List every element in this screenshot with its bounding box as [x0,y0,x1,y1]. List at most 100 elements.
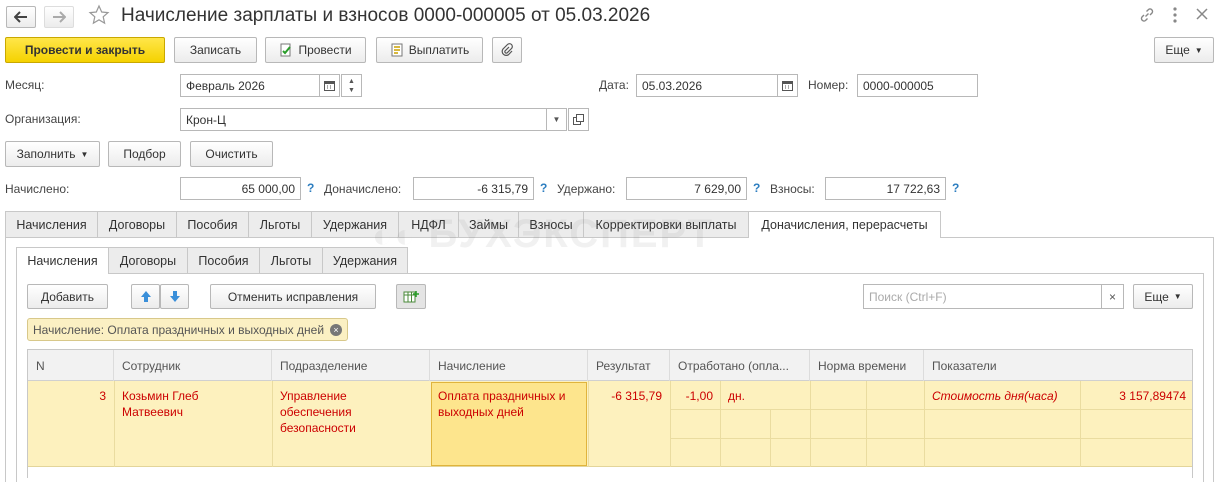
accrued-field: 65 000,00 [180,177,301,200]
contributions-field: 17 722,63 [825,177,946,200]
col-accrual[interactable]: Начисление [430,350,588,381]
organization-open-button[interactable] [568,108,589,131]
forward-button[interactable] [44,6,74,28]
step-down-icon[interactable]: ▼ [348,86,355,95]
contributions-help-icon[interactable]: ? [952,181,959,195]
subtab-privileges[interactable]: Льготы [259,247,323,273]
organization-field[interactable]: Крон-Ц [180,108,547,131]
arrow-right-icon [53,11,66,23]
pick-label: Подбор [123,147,166,161]
clear-label: Очистить [205,147,258,161]
tab-benefits[interactable]: Пособия [176,211,249,237]
table-add-icon [403,290,419,302]
pay-label: Выплатить [408,43,470,57]
more-vertical-icon[interactable] [1172,6,1180,24]
date-label: Дата: [599,78,629,92]
subtab-deductions[interactable]: Удержания [322,247,408,273]
tab-contributions[interactable]: Взносы [518,211,584,237]
step-up-icon[interactable]: ▲ [348,77,355,86]
col-employee[interactable]: Сотрудник [114,350,272,381]
tab-contracts[interactable]: Договоры [97,211,177,237]
cancel-corrections-button[interactable]: Отменить исправления [210,284,376,309]
col-indicators[interactable]: Показатели [924,350,1192,381]
accrued-help-icon[interactable]: ? [307,181,314,195]
filter-chip[interactable]: Начисление: Оплата праздничных и выходны… [27,318,349,341]
tab-ndfl[interactable]: НДФЛ [398,211,459,237]
filter-remove-icon[interactable]: × [330,323,343,336]
open-window-icon [573,114,584,125]
number-label: Номер: [808,78,849,92]
col-department[interactable]: Подразделение [272,350,430,381]
col-n[interactable]: N [28,350,114,381]
col-result[interactable]: Результат [588,350,670,381]
calendar-icon [324,81,335,91]
pick-button[interactable]: Подбор [108,141,181,167]
clear-button[interactable]: Очистить [190,141,273,167]
cell-employee[interactable]: Козьмин Глеб Матвеевич [122,388,232,420]
date-field[interactable]: 05.03.2026 [636,74,778,97]
month-field[interactable]: Февраль 2026 [180,74,320,97]
month-calendar-button[interactable] [319,74,340,97]
attach-button[interactable] [492,37,522,63]
move-up-button[interactable] [131,284,160,309]
arrow-down-icon [169,291,180,302]
date-calendar-button[interactable] [777,74,798,97]
window-title: Начисление зарплаты и взносов 0000-00000… [121,5,651,26]
fill-button[interactable]: Заполнить ▼ [5,141,100,167]
col-worked[interactable]: Отработано (опла... [670,350,810,381]
move-down-button[interactable] [160,284,189,309]
withheld-help-icon[interactable]: ? [753,181,760,195]
tab-deductions[interactable]: Удержания [311,211,399,237]
col-time-norm[interactable]: Норма времени [810,350,924,381]
cell-accrual: Оплата праздничных и выходных дней [438,389,566,419]
fill-label: Заполнить [16,147,76,161]
dropdown-arrow-icon: ▼ [1194,45,1203,55]
cell-indicator-name: Стоимость дня(часа) [932,389,1058,403]
dropdown-arrow-icon: ▼ [1173,292,1182,301]
close-icon[interactable] [1196,8,1208,23]
paperclip-icon [501,43,513,56]
table-row[interactable]: 3 Козьмин Глеб Матвеевич Управление обес… [28,381,1192,467]
cell-department[interactable]: Управление обеспечения безопасности [280,388,380,436]
tab-loans[interactable]: Займы [458,211,519,237]
tab-privileges[interactable]: Льготы [248,211,312,237]
extra-accrued-field: -6 315,79 [413,177,534,200]
more-label: Еще [1165,43,1190,57]
subtab-benefits[interactable]: Пособия [187,247,260,273]
subtab-contracts[interactable]: Договоры [108,247,188,273]
arrow-left-icon [14,11,27,23]
month-stepper[interactable]: ▲ ▼ [341,74,362,97]
tab-payment-corrections[interactable]: Корректировки выплаты [583,211,749,237]
subtab-accruals[interactable]: Начисления [16,247,109,274]
sub-more-button[interactable]: Еще ▼ [1133,284,1193,309]
pay-button[interactable]: Выплатить [376,37,483,63]
back-button[interactable] [6,6,36,28]
cell-accrual-selected[interactable]: Оплата праздничных и выходных дней [431,382,587,466]
search-clear-button[interactable]: × [1101,284,1124,309]
cell-result: -6 315,79 [611,389,662,403]
post-and-close-button[interactable]: Провести и закрыть [5,37,165,63]
save-button[interactable]: Записать [174,37,257,63]
sub-more-label: Еще [1144,289,1169,304]
payment-document-icon [391,43,403,57]
favorite-star-icon[interactable] [88,4,110,29]
more-button[interactable]: Еще ▼ [1154,37,1214,63]
add-label: Добавить [40,289,95,304]
search-input[interactable]: Поиск (Ctrl+F) [863,284,1102,309]
organization-dropdown-button[interactable]: ▼ [546,108,567,131]
post-button[interactable]: Провести [265,37,366,63]
tab-recalculations[interactable]: Доначисления, перерасчеты [748,211,941,238]
post-label: Провести [298,43,352,57]
arrow-up-icon [140,291,151,302]
clear-x-icon: × [1108,289,1116,304]
table-settings-button[interactable] [396,284,426,309]
extra-accrued-help-icon[interactable]: ? [540,181,547,195]
add-button[interactable]: Добавить [27,284,108,309]
cell-worked-unit: дн. [728,389,745,403]
cell-indicator-value: 3 157,89474 [1119,389,1186,403]
tab-accruals[interactable]: Начисления [5,211,98,237]
calendar-icon [782,81,793,91]
number-field[interactable]: 0000-000005 [857,74,978,97]
link-icon[interactable] [1139,7,1155,26]
filter-chip-label: Начисление: Оплата праздничных и выходны… [33,322,325,337]
